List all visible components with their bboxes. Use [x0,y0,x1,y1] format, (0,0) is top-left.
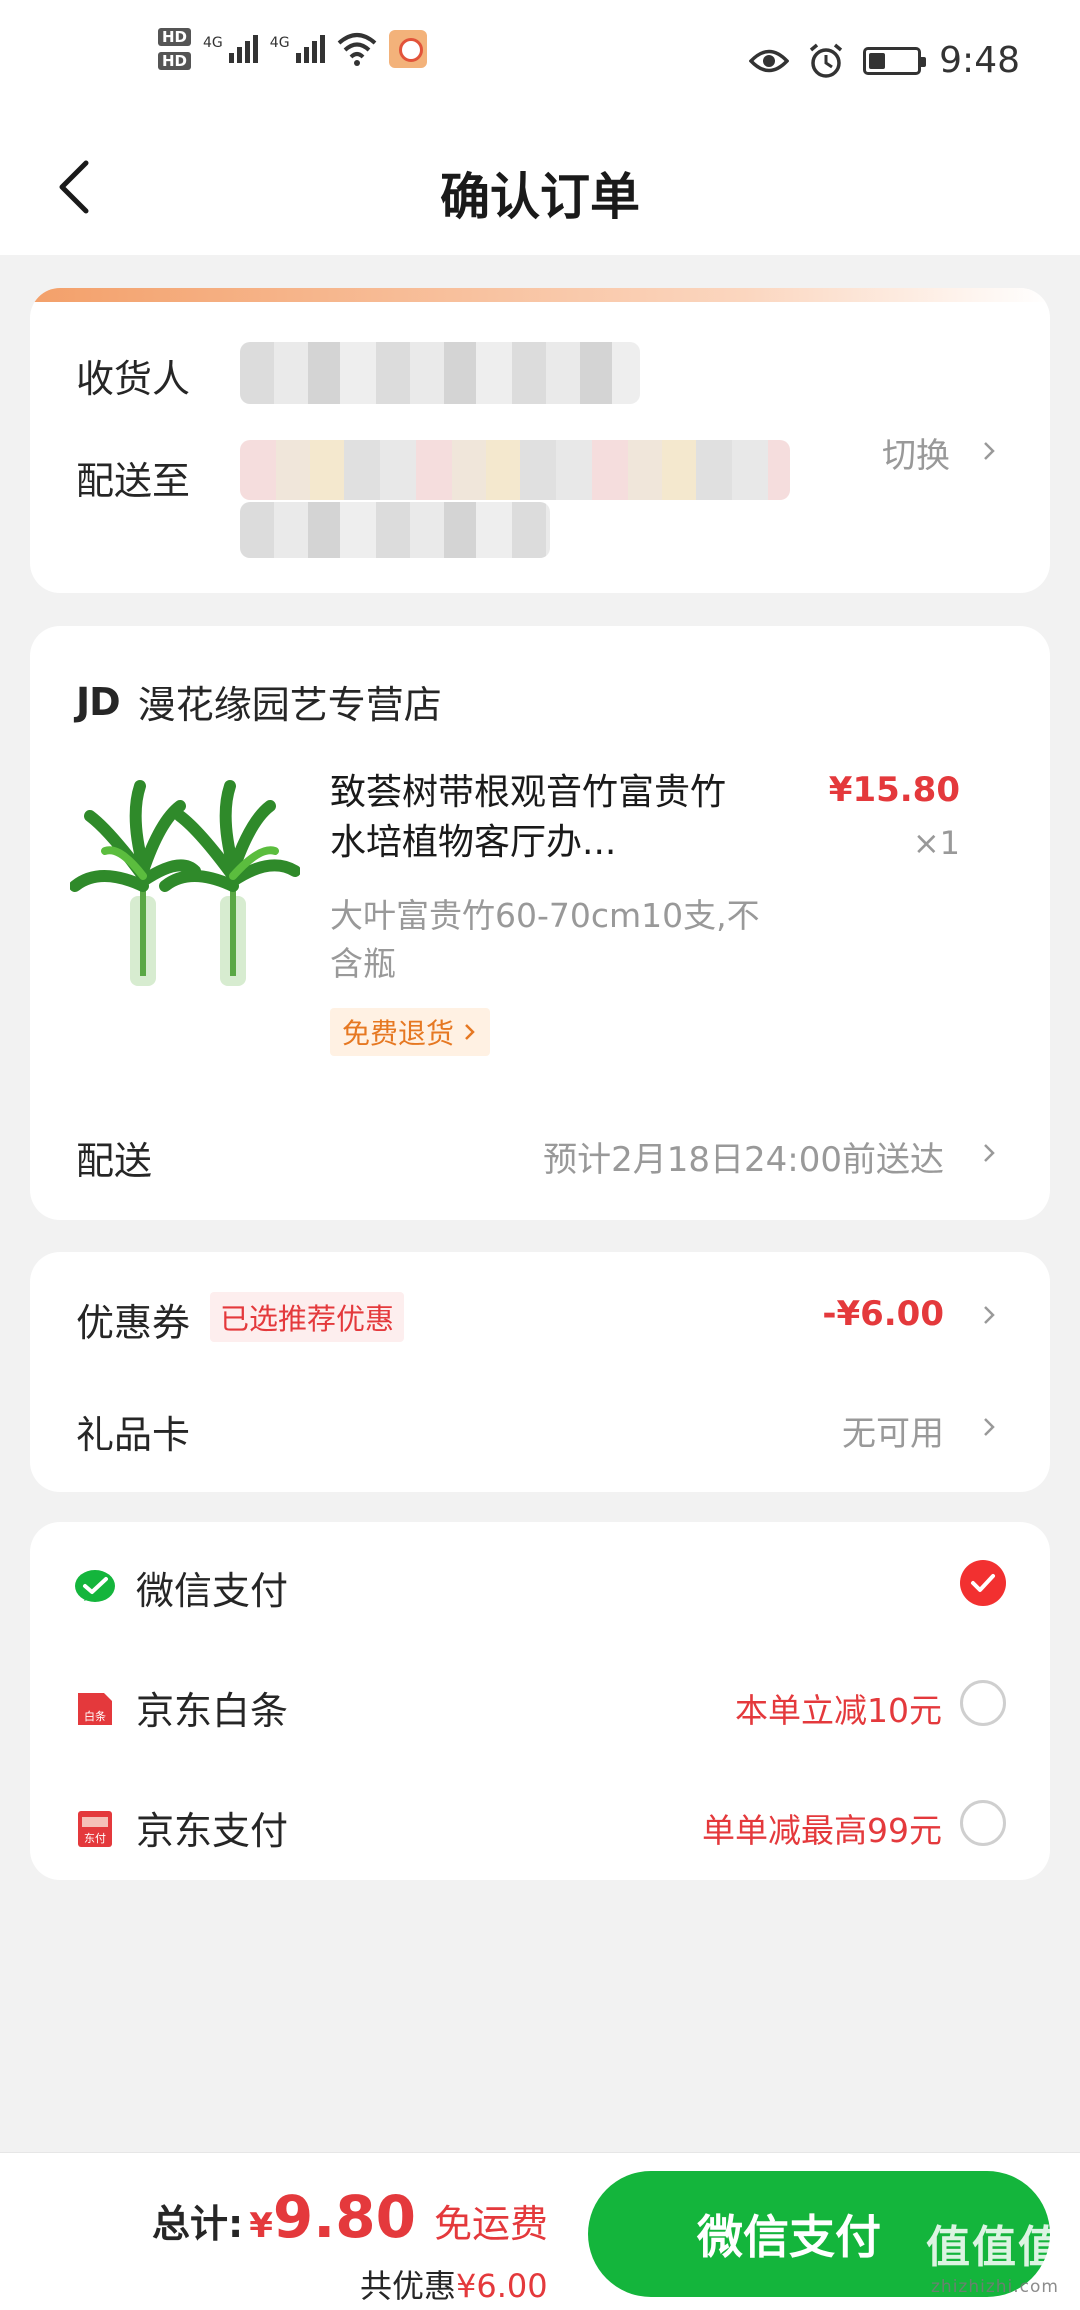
watermark-url: zhizhizhi.com [931,2277,1059,2297]
receiver-name-redacted [240,342,640,404]
jd-logo: JD [76,679,121,724]
pay-button-label: 微信支付 [697,2210,881,2264]
free-shipping-label: 免运费 [433,2202,548,2246]
jdpay-promo: 单单减最高99元 [702,1811,942,1850]
chevron-right-icon [465,1024,475,1040]
product-image[interactable] [70,776,300,996]
address-stripe [30,288,1050,302]
radio-jdpay[interactable] [960,1800,1006,1846]
checkout-bar: 总计: ¥ 9.80 免运费 共优惠¥6.00 微信支付 值值值 zhizhiz… [0,2152,1080,2310]
product-quantity: ×1 [912,824,960,862]
product-spec: 大叶富贵竹60-70cm10支,不含瓶 [330,896,760,983]
address-line1-redacted [240,440,790,500]
payment-label-wechat: 微信支付 [136,1569,289,1613]
coupon-value[interactable]: -¥6.00 [822,1294,944,1334]
deliver-to-label: 配送至 [76,459,191,503]
baitiao-promo: 本单立减10元 [735,1691,942,1730]
jdpay-icon-text: 东付 [84,1832,106,1845]
discounts-card: 优惠券 已选推荐优惠 -¥6.00 礼品卡 无可用 [30,1252,1050,1492]
saved-prefix: 共优惠 [360,2267,457,2305]
baitiao-icon-text: 白条 [84,1709,106,1723]
address-card[interactable]: 收货人 配送至 切换 [30,288,1050,593]
network-type-1: 4G [203,35,223,51]
page-title: 确认订单 [440,168,640,226]
address-line2-redacted [240,502,550,558]
site-watermark: 值值值 zhizhizhi.com [926,2211,1064,2297]
delivery-label: 配送 [76,1139,153,1183]
battery-icon [863,46,927,75]
jdpay-icon: 东付 [74,1807,116,1849]
hd2-label: HD [158,52,192,70]
payment-option-wechat[interactable]: 微信支付 [74,1560,288,1615]
chevron-right-icon [984,442,995,460]
switch-address-link[interactable]: 切换 [882,428,950,477]
signal-icon-2: 4G [270,35,325,63]
coupon-label: 优惠券 [76,1301,191,1345]
chevron-right-icon [984,1306,995,1324]
giftcard-value[interactable]: 无可用 [842,1406,944,1455]
wifi-icon [337,33,376,66]
signal-icon: 4G [203,35,258,63]
payment-label-baitiao: 京东白条 [136,1689,289,1733]
radio-baitiao[interactable] [960,1680,1006,1726]
free-return-label: 免费退货 [342,1017,455,1050]
payment-methods-card: 微信支付 白条 京东白条 本单立减10元 东付 京东支付 单单减最高99元 [30,1522,1050,1880]
app-notification-icon [388,30,427,68]
order-store-card: JD 漫花缘园艺专营店 致荟树带根观音竹富贵竹水培植物客厅办... ¥15.80… [30,626,1050,1220]
total-currency: ¥ [249,2206,273,2246]
receiver-label: 收货人 [76,357,191,401]
store-header[interactable]: JD 漫花缘园艺专营店 [76,674,442,729]
nav-bar: 确认订单 [0,125,1080,255]
hd-indicator: HD HD [158,28,192,70]
hd1-label: HD [158,28,192,46]
saved-amount: ¥6.00 [456,2267,548,2305]
giftcard-label: 礼品卡 [76,1413,191,1457]
alarm-icon [810,43,843,78]
status-bar: HD HD 4G 4G 9:48 [0,0,1080,125]
eye-icon [749,49,790,72]
store-name: 漫花缘园艺专营店 [137,683,442,727]
payment-option-baitiao[interactable]: 白条 京东白条 [74,1680,288,1735]
coupon-recommended-tag: 已选推荐优惠 [210,1292,405,1342]
total-amount: 9.80 [272,2183,416,2251]
product-price: ¥15.80 [828,770,960,810]
total-label: 总计: [152,2202,244,2246]
wechat-pay-icon [75,1569,115,1602]
saved-amount-line: 共优惠¥6.00 [360,2261,548,2307]
free-return-badge[interactable]: 免费退货 [330,1008,491,1056]
radio-wechat[interactable] [960,1560,1006,1606]
network-type-2: 4G [269,35,290,51]
check-icon [971,1574,995,1592]
chevron-right-icon [984,1144,995,1162]
watermark-logo: 值值值 [926,2222,1064,2273]
clock: 9:48 [939,40,1020,81]
payment-label-jdpay: 京东支付 [136,1809,289,1853]
product-title[interactable]: 致荟树带根观音竹富贵竹水培植物客厅办... [330,768,760,868]
chevron-right-icon [984,1418,995,1436]
payment-option-jdpay[interactable]: 东付 京东支付 [74,1800,288,1855]
delivery-estimate[interactable]: 预计2月18日24:00前送达 [543,1132,944,1181]
baitiao-icon: 白条 [74,1687,116,1729]
total-line: 总计: ¥ 9.80 免运费 [152,2183,548,2251]
